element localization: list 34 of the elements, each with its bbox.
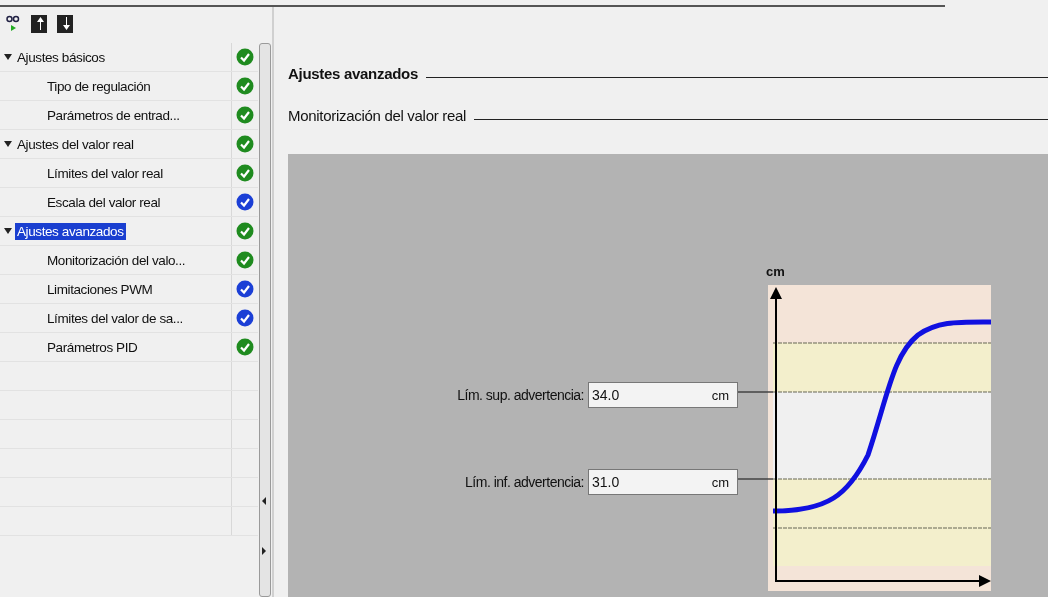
caret-icon[interactable]	[4, 140, 12, 148]
unit-label: cm	[711, 387, 729, 403]
scrollbar[interactable]	[259, 43, 271, 597]
download-icon	[57, 15, 73, 33]
section-title: Ajustes avanzados	[288, 65, 418, 82]
tree-item[interactable]: Tipo de regulación	[45, 77, 153, 95]
monitor-button[interactable]	[4, 14, 22, 34]
axis-label: cm	[766, 264, 785, 279]
field-value: 31.0	[592, 474, 620, 490]
caret-icon[interactable]	[4, 53, 12, 61]
input-field[interactable]: 31.0 cm	[588, 469, 738, 495]
upload-button[interactable]	[30, 14, 48, 34]
caret-icon[interactable]	[4, 227, 12, 235]
tree-item[interactable]: Parámetros PID	[45, 338, 140, 356]
field-value: 34.0	[592, 387, 620, 403]
tree-item[interactable]: Escala del valor real	[45, 193, 163, 211]
tree-item[interactable]: Ajustes básicos	[15, 48, 107, 66]
field-label: Lím. inf. advertencia:	[465, 474, 584, 490]
tree-item[interactable]: Parámetros de entrad...	[45, 106, 182, 124]
right-arrow-icon	[260, 546, 268, 556]
tree-item[interactable]: Límites del valor de sa...	[45, 309, 185, 327]
unit-label: cm	[711, 474, 729, 490]
subsection-title: Monitorización del valor real	[288, 107, 467, 124]
tree-item[interactable]: Límites del valor real	[45, 164, 165, 182]
input-field[interactable]: 34.0 cm	[588, 382, 738, 408]
field-label: Lím. sup. advertencia:	[457, 387, 584, 403]
download-button[interactable]	[56, 14, 74, 34]
glasses-play-icon	[6, 15, 20, 33]
tree-item[interactable]: Ajustes del valor real	[15, 135, 136, 153]
left-arrow-icon	[260, 496, 268, 506]
tree-item[interactable]: Ajustes avanzados	[15, 222, 126, 240]
upload-icon	[31, 15, 47, 33]
tree-item[interactable]: Limitaciones PWM	[45, 280, 155, 298]
tree-item[interactable]: Monitorización del valo...	[45, 251, 188, 269]
